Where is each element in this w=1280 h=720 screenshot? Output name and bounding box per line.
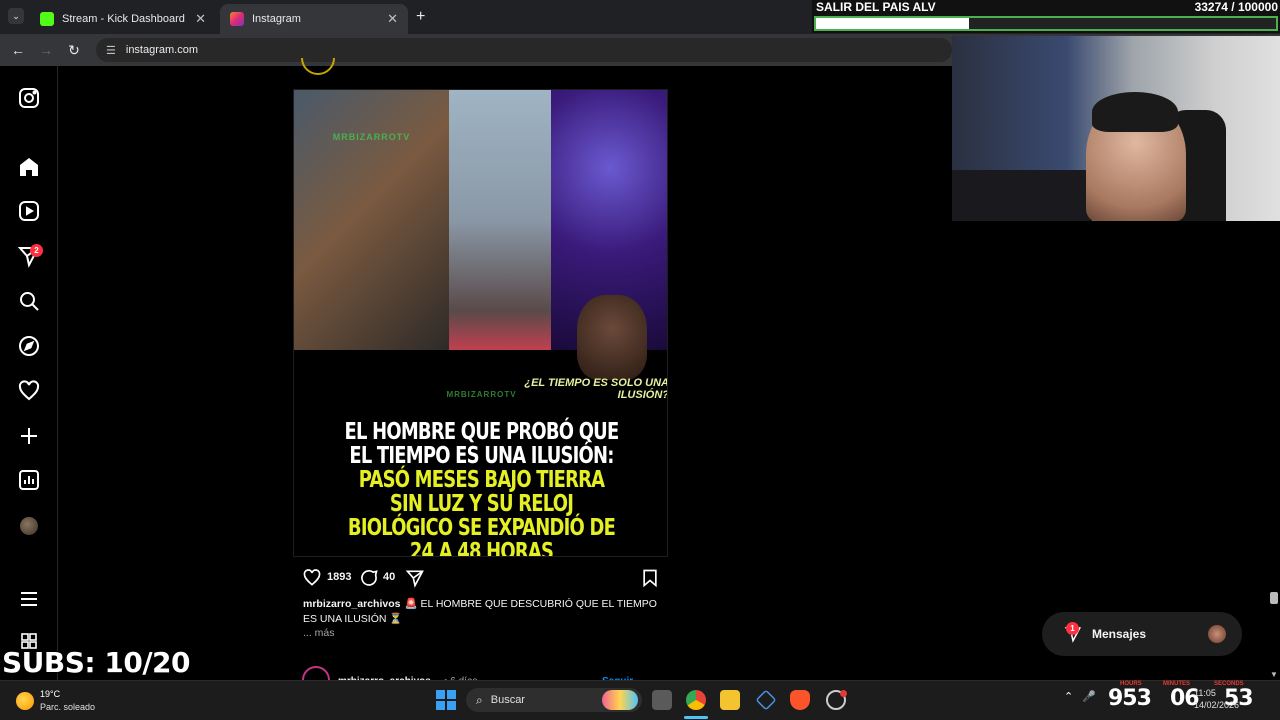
messages-label: Mensajes bbox=[1092, 627, 1147, 641]
weather-sun-icon[interactable] bbox=[16, 692, 34, 710]
caption-username[interactable]: mrbizarro_archivos bbox=[303, 598, 400, 610]
create-plus-icon[interactable] bbox=[17, 424, 41, 448]
headline-yellow: PASÓ MESES BAJO TIERRA SIN LUZ Y SU RELO… bbox=[347, 467, 616, 557]
weather-description[interactable]: Parc. soleado bbox=[40, 702, 95, 712]
active-app-indicator bbox=[684, 716, 708, 719]
goal-count: 33274 / 100000 bbox=[1194, 0, 1278, 14]
notification-badge: 2 bbox=[30, 244, 43, 257]
tab-kick-dashboard[interactable]: Stream - Kick Dashboard ✕ bbox=[30, 4, 216, 34]
notification-dot bbox=[840, 690, 847, 697]
explore-icon[interactable] bbox=[17, 334, 41, 358]
messages-badge: 1 bbox=[1066, 622, 1079, 635]
chrome-icon[interactable] bbox=[686, 690, 706, 710]
messages-avatar bbox=[1208, 625, 1226, 643]
search-icon[interactable] bbox=[17, 289, 41, 313]
dashboard-icon[interactable] bbox=[17, 468, 41, 492]
post-author-avatar[interactable] bbox=[300, 57, 336, 80]
brave-icon[interactable] bbox=[790, 690, 810, 710]
close-icon[interactable]: ✕ bbox=[195, 11, 206, 27]
home-icon[interactable] bbox=[17, 155, 41, 179]
post-image[interactable]: MRBIZARROTV MRBIZARROTV ¿EL TIEMPO ES SO… bbox=[293, 89, 668, 557]
image-panel-face bbox=[577, 295, 647, 380]
address-bar[interactable]: ☰ instagram.com bbox=[96, 38, 952, 62]
scrollbar-thumb[interactable] bbox=[1270, 592, 1278, 604]
forward-button[interactable]: → bbox=[36, 40, 56, 60]
post-caption: mrbizarro_archivos 🚨 EL HOMBRE QUE DESCUB… bbox=[303, 597, 673, 627]
reels-icon[interactable] bbox=[17, 199, 41, 223]
menu-icon[interactable] bbox=[17, 587, 41, 611]
kick-logo-icon bbox=[40, 12, 54, 26]
stream-clock-hours: 953 bbox=[1108, 686, 1152, 711]
subs-counter-overlay: SUBS: 10/20 bbox=[2, 646, 191, 679]
close-icon[interactable]: ✕ bbox=[387, 11, 398, 27]
tab-instagram[interactable]: Instagram ✕ bbox=[220, 4, 408, 34]
headline-white: EL HOMBRE QUE PROBÓ QUE EL TIEMPO ES UNA… bbox=[344, 419, 620, 469]
system-date[interactable]: 14/02/2026 bbox=[1194, 700, 1239, 710]
tab-label: Instagram bbox=[252, 13, 301, 25]
goal-progress-fill bbox=[816, 18, 969, 29]
new-tab-button[interactable]: + bbox=[416, 8, 425, 26]
weather-temperature[interactable]: 19°C bbox=[40, 689, 60, 699]
instagram-logo-icon[interactable] bbox=[17, 86, 41, 110]
image-subtitle: ¿EL TIEMPO ES SOLO UNA ILUSIÓN? bbox=[524, 377, 668, 401]
search-icon: ⌕ bbox=[476, 692, 483, 707]
bookmark-icon[interactable] bbox=[640, 568, 660, 588]
comment-icon[interactable] bbox=[359, 568, 379, 588]
goal-title: SALIR DEL PAIS ALV bbox=[816, 0, 936, 14]
share-icon[interactable] bbox=[405, 568, 425, 588]
taskbar-search[interactable]: ⌕ Buscar bbox=[466, 688, 642, 712]
site-settings-icon[interactable]: ☰ bbox=[106, 44, 116, 57]
image-panel-man-with-electrodes bbox=[294, 90, 449, 350]
url-text: instagram.com bbox=[125, 44, 199, 56]
system-tray-icons[interactable]: ⌃ 🎤 bbox=[1064, 690, 1096, 703]
task-view-icon[interactable] bbox=[652, 690, 672, 710]
tab-label: Stream - Kick Dashboard bbox=[62, 13, 185, 25]
caption-more-link[interactable]: ... más bbox=[303, 627, 335, 639]
search-placeholder: Buscar bbox=[490, 694, 525, 706]
image-panel-man-in-room bbox=[449, 90, 551, 350]
heart-icon[interactable] bbox=[17, 379, 41, 403]
image-headline: EL HOMBRE QUE PROBÓ QUE EL TIEMPO ES UNA… bbox=[343, 419, 620, 557]
comment-count: 40 bbox=[383, 571, 396, 583]
profile-avatar[interactable] bbox=[20, 517, 38, 535]
like-count: 1893 bbox=[327, 571, 352, 583]
windows-start-icon[interactable] bbox=[436, 690, 456, 710]
webcam-desk bbox=[952, 170, 1092, 221]
system-time[interactable]: 11:05 bbox=[1194, 688, 1216, 698]
reload-button[interactable]: ↻ bbox=[64, 40, 84, 60]
file-explorer-icon[interactable] bbox=[720, 690, 740, 710]
scroll-down-arrow[interactable]: ▼ bbox=[1270, 670, 1278, 679]
like-heart-icon[interactable] bbox=[302, 568, 322, 588]
instagram-logo-icon bbox=[230, 12, 244, 26]
search-highlight-icon bbox=[602, 690, 638, 710]
image-watermark: MRBIZARROTV bbox=[332, 132, 411, 142]
webcam-cap bbox=[1092, 92, 1178, 132]
back-button[interactable]: ← bbox=[8, 40, 28, 60]
tab-search-button[interactable]: ⌄ bbox=[8, 8, 24, 24]
